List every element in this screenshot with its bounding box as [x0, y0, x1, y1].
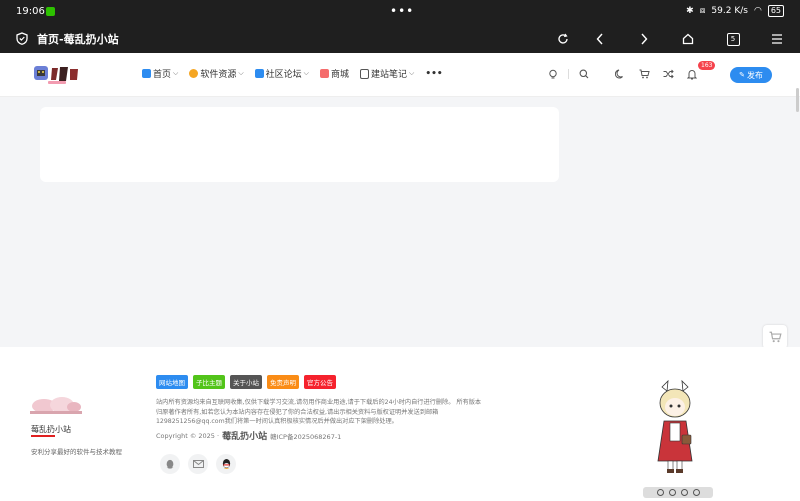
- nav-item-home[interactable]: 首页 ⌵: [142, 67, 178, 80]
- shield-icon: [16, 32, 28, 45]
- site-logo[interactable]: [32, 62, 82, 86]
- footer-copyright: Copyright © 2025 · 莓乱扔小站 赣ICP备2025068267…: [156, 429, 341, 443]
- float-cart-button[interactable]: [763, 325, 787, 349]
- back-button[interactable]: [590, 29, 610, 49]
- footer-logo: [30, 397, 82, 414]
- content-card: [40, 107, 559, 182]
- mail-icon: [192, 460, 204, 468]
- dark-mode-button[interactable]: [613, 67, 627, 81]
- mascot-github-icon[interactable]: [680, 489, 688, 496]
- footer-site-name: 莓乱扔小站: [31, 425, 71, 434]
- chevron-down-icon: ⌵: [238, 69, 244, 77]
- chevron-down-icon: ⌵: [303, 69, 309, 77]
- qq-outline-icon: [166, 459, 174, 469]
- footer-link-announcement[interactable]: 官方公告: [304, 375, 336, 389]
- hamburger-icon: [772, 34, 782, 44]
- mascot-close-icon[interactable]: [692, 489, 700, 496]
- random-button[interactable]: [661, 67, 675, 81]
- pencil-icon: ✎: [739, 71, 745, 79]
- nav-item-label: 社区论坛: [265, 70, 302, 80]
- main-nav: 首页 ⌵ 软件资源 ⌵ 社区论坛 ⌵ 商城 建站笔记 ⌵ •••: [142, 67, 454, 80]
- shuffle-icon: [663, 69, 674, 79]
- nav-more-button[interactable]: •••: [425, 69, 442, 79]
- home-nav-icon: [142, 69, 151, 78]
- search-button[interactable]: [577, 67, 591, 81]
- nav-item-forum[interactable]: 社区论坛 ⌵: [254, 67, 309, 80]
- cart-icon: [639, 69, 650, 79]
- browser-toolbar: 首页-莓乱扔小站 5: [0, 24, 800, 53]
- forward-button[interactable]: [634, 29, 654, 49]
- mascot-user-icon[interactable]: [656, 489, 664, 496]
- status-dots-icon: •••: [390, 4, 415, 18]
- bluetooth-icon: ✱: [686, 6, 694, 16]
- footer-qq-button[interactable]: [160, 454, 180, 474]
- theme-tip-button[interactable]: [546, 67, 560, 81]
- system-status-bar: 19:06 ••• ✱ ⧈ 59.2 K/s ◠ 65: [0, 0, 800, 24]
- page-title: 首页-莓乱扔小站: [37, 33, 119, 46]
- icp-number[interactable]: 赣ICP备2025068267-1: [270, 431, 341, 441]
- clock: 19:06: [16, 6, 45, 17]
- footer-qq-color-button[interactable]: [216, 454, 236, 474]
- nav-item-label: 建站笔记: [371, 70, 408, 80]
- tab-count: 5: [726, 32, 740, 46]
- status-icons: ✱ ⧈ 59.2 K/s ◠ 65: [686, 5, 784, 17]
- chevron-left-icon: [596, 33, 603, 45]
- wechat-notification-icon: [46, 7, 55, 16]
- notification-button[interactable]: [685, 67, 699, 81]
- footer-link-about[interactable]: 关于小站: [230, 375, 262, 389]
- footer-link-theme[interactable]: 子比主题: [193, 375, 225, 389]
- header-divider: [568, 69, 569, 79]
- forum-icon: [254, 69, 264, 78]
- footer-link-sitemap[interactable]: 网站地图: [156, 375, 188, 389]
- nav-item-label: 首页: [153, 70, 172, 80]
- footer-social: [160, 454, 236, 474]
- reload-icon: [558, 33, 568, 44]
- vibrate-icon: ⧈: [699, 6, 706, 16]
- tabs-button[interactable]: 5: [723, 29, 743, 49]
- cart-icon: [769, 331, 782, 343]
- chevron-down-icon: ⌵: [409, 69, 415, 77]
- footer-disclaimer: 站内所有资源均来自互联网收集,仅供下载学习交流,请勿用作商业用途,请于下载后的2…: [156, 399, 482, 425]
- home-button[interactable]: [678, 29, 698, 49]
- cat-icon: [189, 69, 199, 78]
- nav-item-label: 商城: [330, 70, 349, 80]
- notification-badge: 163: [698, 61, 716, 70]
- mascot-illustration[interactable]: [648, 379, 702, 475]
- mascot-toolbar: [643, 487, 713, 498]
- footer-accent-line: [31, 435, 55, 437]
- copyright-brand[interactable]: 莓乱扔小站: [222, 429, 267, 442]
- footer-site-desc: 安利分享最好的软件与技术教程: [31, 448, 122, 456]
- lightbulb-icon: [549, 69, 557, 78]
- cart-button[interactable]: [637, 67, 651, 81]
- home-icon: [682, 33, 694, 45]
- network-speed: 59.2 K/s: [711, 6, 748, 16]
- chevron-down-icon: ⌵: [173, 69, 179, 77]
- moon-icon: [615, 69, 623, 79]
- more-icon: •••: [425, 68, 443, 79]
- site-footer: 莓乱扔小站 安利分享最好的软件与技术教程 网站地图 子比主题 关于小站 免责声明…: [0, 347, 800, 501]
- footer-link-disclaimer[interactable]: 免责声明: [267, 375, 299, 389]
- wifi-icon: ◠: [753, 6, 762, 16]
- publish-button[interactable]: ✎ 发布: [730, 67, 772, 83]
- reload-button[interactable]: [553, 29, 573, 49]
- search-icon: [579, 69, 589, 79]
- bell-icon: [687, 69, 697, 79]
- page-scrollbar[interactable]: [796, 88, 799, 112]
- site-header: 首页 ⌵ 软件资源 ⌵ 社区论坛 ⌵ 商城 建站笔记 ⌵ •••: [0, 53, 800, 97]
- basket-icon: [319, 69, 329, 78]
- nav-item-notes[interactable]: 建站笔记 ⌵: [360, 67, 414, 80]
- battery-icon: 65: [767, 5, 784, 17]
- nav-item-label: 软件资源: [200, 70, 237, 80]
- footer-email-button[interactable]: [188, 454, 208, 474]
- nav-item-shop[interactable]: 商城: [319, 67, 349, 80]
- qq-icon: [222, 458, 230, 470]
- footer-links: 网站地图 子比主题 关于小站 免责声明 官方公告: [156, 375, 336, 389]
- publish-label: 发布: [746, 70, 763, 80]
- browser-menu-button[interactable]: [767, 29, 787, 49]
- notebook-icon: [360, 68, 369, 79]
- chevron-right-icon: [641, 33, 648, 45]
- mascot-gear-icon[interactable]: [668, 489, 676, 496]
- copyright-text: Copyright © 2025 ·: [156, 431, 220, 440]
- nav-item-software[interactable]: 软件资源 ⌵: [189, 67, 244, 80]
